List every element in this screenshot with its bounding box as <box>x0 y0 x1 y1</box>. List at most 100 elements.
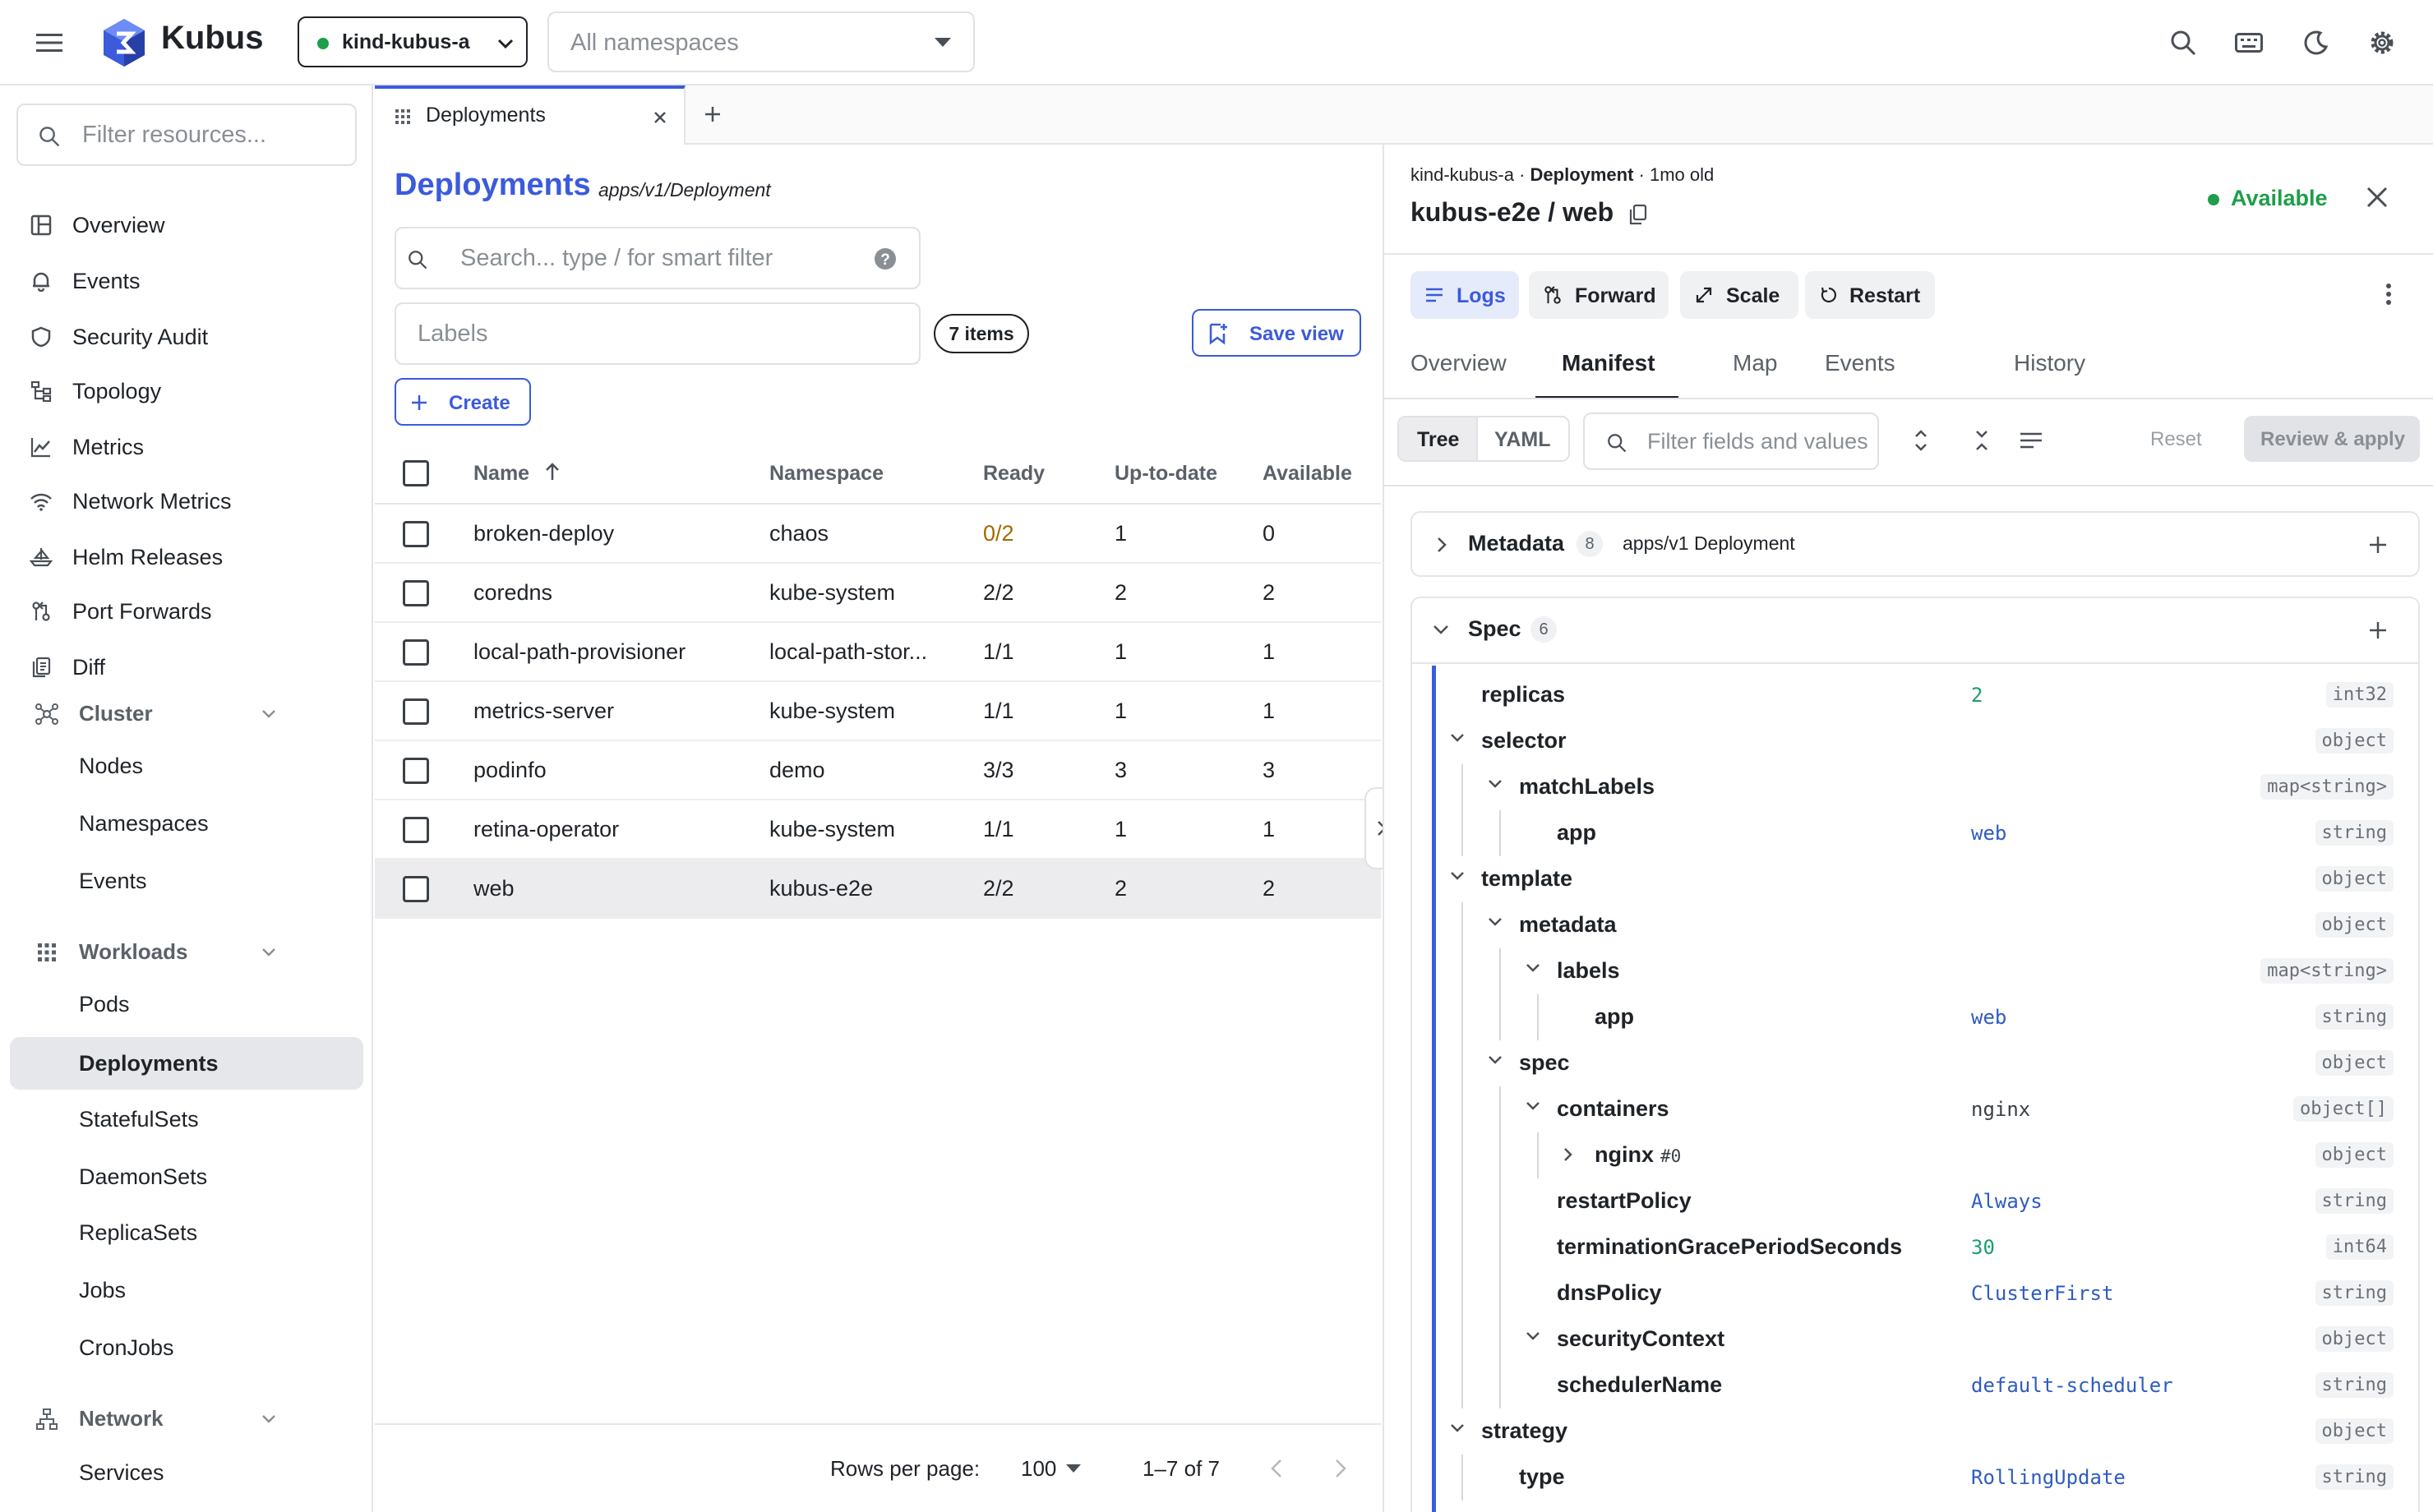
chevron-right-icon[interactable] <box>1563 1147 1581 1165</box>
table-row[interactable]: podinfo demo 3/3 3 3 <box>375 741 1381 800</box>
sidebar-item-deployments[interactable]: Deployments <box>10 1037 363 1090</box>
sidebar-item-pods[interactable]: Pods <box>10 978 363 1030</box>
tree-row[interactable]: labels map<string> <box>1412 948 2418 994</box>
column-header-available[interactable]: Available <box>1263 462 1352 486</box>
logs-button[interactable]: Logs <box>1410 271 1519 319</box>
row-checkbox[interactable] <box>403 639 429 666</box>
create-button[interactable]: Create <box>395 378 531 426</box>
tree-value[interactable]: 30 <box>1971 1236 1995 1259</box>
sidebar-item-port-forwards[interactable]: Port Forwards <box>10 585 363 638</box>
view-mode-tree[interactable]: Tree <box>1399 417 1478 460</box>
chevron-down-icon[interactable] <box>1526 1331 1544 1349</box>
table-row-selected[interactable]: web kubus-e2e 2/2 2 2 <box>375 860 1381 919</box>
row-checkbox[interactable] <box>403 817 429 843</box>
sort-ascending-icon[interactable] <box>542 460 562 483</box>
sidebar-item-statefulsets[interactable]: StatefulSets <box>10 1093 363 1146</box>
expand-all-icon[interactable] <box>1909 424 1933 457</box>
sidebar-item-namespaces[interactable]: Namespaces <box>10 797 363 850</box>
menu-icon[interactable] <box>31 26 67 59</box>
tree-row[interactable]: strategy object <box>1412 1408 2418 1454</box>
sidebar-group-cluster[interactable]: Cluster <box>10 689 363 738</box>
tree-row[interactable]: metadata object <box>1412 902 2418 948</box>
sidebar-group-workloads[interactable]: Workloads <box>10 927 363 976</box>
sidebar-item-network-metrics[interactable]: Network Metrics <box>10 475 363 528</box>
row-checkbox[interactable] <box>403 521 429 547</box>
tree-row[interactable]: matchLabels map<string> <box>1412 764 2418 810</box>
sidebar-item-jobs[interactable]: Jobs <box>10 1264 363 1316</box>
row-checkbox[interactable] <box>403 876 429 902</box>
sidebar-item-daemonsets[interactable]: DaemonSets <box>10 1150 363 1203</box>
column-header-name[interactable]: Name <box>473 462 529 486</box>
tree-value[interactable]: 2 <box>1971 684 1983 707</box>
tab-manifest[interactable]: Manifest <box>1562 350 1655 376</box>
sidebar-group-network[interactable]: Network <box>10 1394 363 1443</box>
chevron-down-icon[interactable] <box>1526 1101 1544 1119</box>
labels-input[interactable]: Labels <box>395 302 921 365</box>
plus-icon[interactable] <box>2366 618 2390 643</box>
collapse-all-icon[interactable] <box>1969 424 1994 457</box>
keyboard-icon[interactable] <box>2232 25 2265 61</box>
sidebar-item-services[interactable]: Services <box>10 1446 363 1499</box>
add-tab-icon[interactable] <box>700 102 725 127</box>
table-row[interactable]: metrics-server kube-system 1/1 1 1 <box>375 682 1381 741</box>
context-selector[interactable]: kind-kubus-a <box>298 16 528 67</box>
spec-section-header[interactable]: Spec 6 <box>1412 598 2418 664</box>
tree-value[interactable]: web <box>1971 1006 2006 1029</box>
chevron-left-icon[interactable] <box>1264 1454 1289 1482</box>
sidebar-item-cluster-events[interactable]: Events <box>10 855 363 907</box>
table-row[interactable]: retina-operator kube-system 1/1 1 1 <box>375 800 1381 860</box>
rows-per-page-select[interactable]: 100 <box>1013 1448 1092 1489</box>
table-row[interactable]: broken-deploy chaos 0/2 1 0 <box>375 505 1381 564</box>
select-all-checkbox[interactable] <box>403 460 429 486</box>
tab-map[interactable]: Map <box>1733 350 1777 376</box>
restart-button[interactable]: Restart <box>1805 271 1935 319</box>
tree-value[interactable]: ClusterFirst <box>1971 1282 2113 1305</box>
chevron-down-icon[interactable] <box>1450 871 1468 889</box>
tab-events[interactable]: Events <box>1825 350 1895 376</box>
tree-row[interactable]: selector object <box>1412 718 2418 764</box>
more-vertical-icon[interactable] <box>2379 279 2398 309</box>
tab-history[interactable]: History <box>2014 350 2085 376</box>
forward-button[interactable]: Forward <box>1529 271 1669 319</box>
tree-value[interactable]: nginx <box>1971 1098 2030 1121</box>
tree-value[interactable]: RollingUpdate <box>1971 1466 2126 1489</box>
tree-row[interactable]: containers nginx object[] <box>1412 1086 2418 1132</box>
column-header-namespace[interactable]: Namespace <box>769 462 884 486</box>
row-checkbox[interactable] <box>403 758 429 784</box>
row-checkbox[interactable] <box>403 580 429 606</box>
chevron-down-icon[interactable] <box>1450 1423 1468 1441</box>
sidebar-item-events[interactable]: Events <box>10 255 363 307</box>
manifest-filter-input[interactable]: Filter fields and values <box>1583 413 1879 470</box>
sidebar-item-diff[interactable]: Diff <box>10 641 363 694</box>
table-row[interactable]: coredns kube-system 2/2 2 2 <box>375 564 1381 623</box>
tree-row[interactable]: nginx #0 object <box>1412 1132 2418 1178</box>
close-icon[interactable] <box>651 108 669 127</box>
close-icon[interactable] <box>2362 182 2392 212</box>
chevron-down-icon[interactable] <box>1450 733 1468 751</box>
sidebar-item-metrics[interactable]: Metrics <box>10 421 363 473</box>
column-header-up-to-date[interactable]: Up-to-date <box>1115 462 1217 486</box>
wrap-text-icon[interactable] <box>2017 426 2045 455</box>
moon-icon[interactable] <box>2300 25 2333 61</box>
sidebar-item-helm-releases[interactable]: Helm Releases <box>10 531 363 583</box>
search-input[interactable]: Search... type / for smart filter ? <box>395 227 921 289</box>
namespace-select[interactable]: All namespaces <box>547 12 975 72</box>
chevron-down-icon[interactable] <box>1488 1055 1506 1073</box>
tab-overview[interactable]: Overview <box>1410 350 1507 376</box>
table-row[interactable]: local-path-provisioner local-path-stor..… <box>375 623 1381 682</box>
tree-row[interactable]: securityContext object <box>1412 1316 2418 1362</box>
save-view-button[interactable]: Save view <box>1192 309 1361 357</box>
tree-value[interactable]: default-scheduler <box>1971 1374 2173 1397</box>
chevron-right-icon[interactable] <box>1328 1454 1353 1482</box>
sidebar-filter-input[interactable]: Filter resources... <box>16 104 357 166</box>
scale-button[interactable]: Scale <box>1680 271 1798 319</box>
sidebar-item-cronjobs[interactable]: CronJobs <box>10 1321 363 1374</box>
row-checkbox[interactable] <box>403 698 429 725</box>
review-apply-button[interactable]: Review & apply <box>2244 416 2420 462</box>
sidebar-item-nodes[interactable]: Nodes <box>10 740 363 792</box>
search-icon[interactable] <box>2167 25 2200 61</box>
tab-deployments[interactable]: Deployments <box>375 85 686 145</box>
metadata-section[interactable]: Metadata 8 apps/v1 Deployment <box>1410 511 2420 577</box>
column-header-ready[interactable]: Ready <box>983 462 1045 486</box>
tree-value[interactable]: Always <box>1971 1190 2043 1213</box>
